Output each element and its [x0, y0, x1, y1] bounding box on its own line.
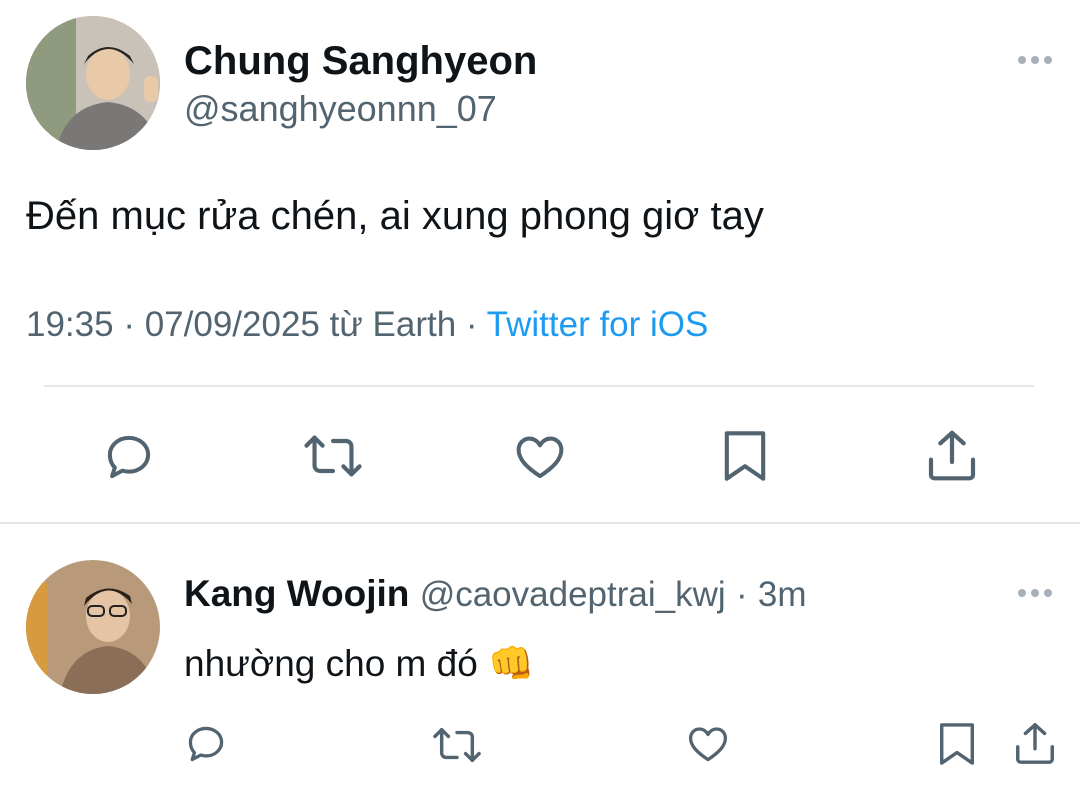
more-options-icon[interactable]: [1018, 56, 1052, 64]
bookmark-icon[interactable]: [720, 428, 770, 484]
tweet-date[interactable]: 07/09/2025: [145, 305, 320, 344]
retweet-icon[interactable]: [303, 428, 363, 484]
separator: ·: [123, 305, 135, 344]
author-photo: [26, 16, 160, 150]
author-name[interactable]: Chung Sanghyeon: [184, 38, 537, 84]
reply-text-line: nhường cho m đó 👊: [184, 642, 534, 686]
tweet-metadata: 19:35 · 07/09/2025 từ Earth · Twitter fo…: [26, 304, 708, 346]
reply-time[interactable]: 3m: [758, 575, 807, 614]
reply-header: Kang Woojin @caovadeptrai_kwj · 3m: [184, 572, 807, 617]
share-icon[interactable]: [1012, 718, 1058, 768]
section-divider: [0, 522, 1080, 524]
divider: [44, 385, 1034, 387]
reply-text: nhường cho m đó: [184, 643, 478, 684]
more-options-icon[interactable]: [1018, 589, 1052, 597]
comment-icon[interactable]: [102, 430, 156, 484]
heart-icon[interactable]: [686, 722, 730, 766]
author-avatar[interactable]: [26, 16, 160, 150]
fist-emoji: 👊: [488, 643, 535, 684]
tweet-location: từ Earth: [329, 305, 457, 344]
reply-author-name[interactable]: Kang Woojin: [184, 573, 409, 614]
comment-icon[interactable]: [184, 722, 228, 766]
separator: ·: [735, 575, 748, 614]
separator: ·: [465, 305, 478, 344]
heart-icon[interactable]: [512, 430, 568, 484]
tweet-text: Đến mục rửa chén, ai xung phong giơ tay: [26, 194, 764, 238]
reply-author-handle[interactable]: @caovadeptrai_kwj: [420, 575, 726, 614]
reply-photo: [26, 560, 160, 694]
retweet-icon[interactable]: [432, 722, 482, 768]
share-icon[interactable]: [924, 426, 980, 484]
author-handle[interactable]: @sanghyeonnn_07: [184, 88, 497, 130]
reply-avatar[interactable]: [26, 560, 160, 694]
bookmark-icon[interactable]: [936, 720, 978, 768]
tweet-time[interactable]: 19:35: [26, 305, 114, 344]
tweet-source[interactable]: Twitter for iOS: [487, 305, 709, 344]
